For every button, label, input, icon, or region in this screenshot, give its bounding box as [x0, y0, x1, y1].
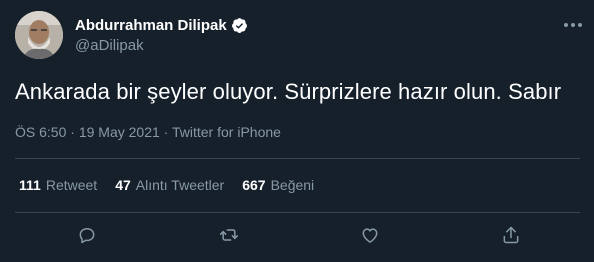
like-stat[interactable]: 667 Beğeni [242, 177, 314, 193]
retweet-count: 111 [19, 177, 41, 193]
retweet-label: Retweet [45, 177, 98, 193]
tweet-stats: 111 Retweet 47 Alıntı Tweetler 667 Beğen… [19, 177, 314, 193]
quote-label: Alıntı Tweetler [135, 177, 225, 193]
quote-stat[interactable]: 47 Alıntı Tweetler [115, 177, 224, 193]
meta-separator: · [163, 124, 169, 140]
like-label: Beğeni [270, 177, 315, 193]
meta-separator: · [70, 124, 75, 140]
share-icon[interactable] [500, 224, 522, 246]
tweet-time[interactable]: ÖS 6:50 [15, 124, 66, 140]
tweet-card: Abdurrahman Dilipak @aDilipak Ankarada b… [0, 0, 594, 262]
like-icon[interactable] [359, 224, 381, 246]
retweet-icon[interactable] [218, 224, 240, 246]
more-icon[interactable] [561, 14, 585, 36]
like-count: 667 [242, 177, 266, 193]
handle[interactable]: @aDilipak [75, 37, 144, 54]
tweet-text: Ankarada bir şeyler oluyor. Sürprizlere … [15, 79, 562, 104]
quote-count: 47 [115, 177, 131, 193]
avatar[interactable] [15, 11, 63, 59]
tweet-meta: ÖS 6:50 · 19 May 2021 · Twitter for iPho… [15, 124, 281, 140]
tweet-source[interactable]: Twitter for iPhone [172, 124, 281, 140]
divider [15, 212, 580, 213]
reply-icon[interactable] [76, 224, 98, 246]
tweet-date[interactable]: 19 May 2021 [79, 124, 160, 140]
display-name[interactable]: Abdurrahman Dilipak [75, 17, 227, 34]
author-name-row: Abdurrahman Dilipak [75, 17, 248, 34]
divider [15, 158, 580, 159]
retweet-stat[interactable]: 111 Retweet [19, 177, 97, 193]
verified-badge-icon [231, 17, 248, 34]
